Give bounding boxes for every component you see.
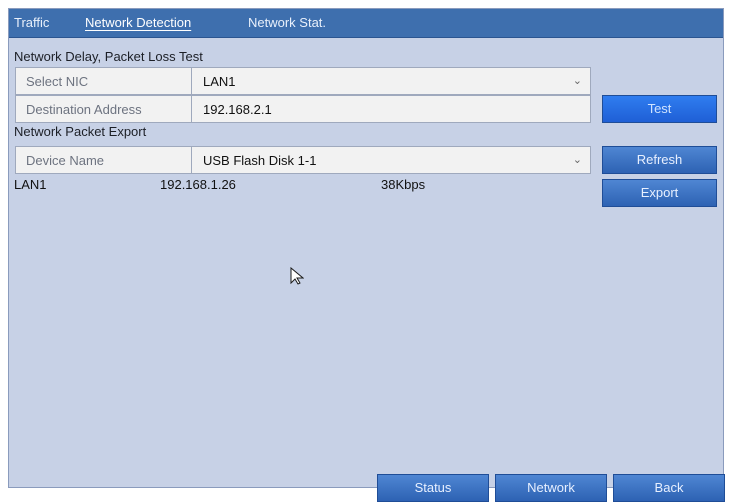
refresh-button[interactable]: Refresh [602,146,717,174]
destination-address-row[interactable]: Destination Address 192.168.2.1 [15,95,591,123]
chevron-down-icon[interactable]: ⌄ [573,68,582,95]
destination-address-field[interactable]: 192.168.2.1 [193,96,590,122]
network-detection-window: Traffic Network Detection Network Stat. … [8,8,725,502]
chevron-down-icon[interactable]: ⌄ [573,147,582,174]
export-button[interactable]: Export [602,179,717,207]
tab-network-detection[interactable]: Network Detection [85,15,191,30]
select-nic-label: Select NIC [16,68,192,94]
device-name-row[interactable]: Device Name USB Flash Disk 1-1 ⌄ [15,146,591,174]
delay-test-title: Network Delay, Packet Loss Test [14,49,203,64]
back-button[interactable]: Back [613,474,725,502]
device-name-label: Device Name [16,147,192,173]
tab-network-stat[interactable]: Network Stat. [248,15,326,30]
destination-address-label: Destination Address [16,96,192,122]
packet-export-title: Network Packet Export [14,124,147,139]
select-nic-dropdown[interactable]: LAN1 [193,68,590,94]
interface-ip: 192.168.1.26 [160,177,236,192]
tab-bar: Traffic Network Detection Network Stat. [9,9,723,38]
mouse-cursor-icon [290,267,304,285]
select-nic-row[interactable]: Select NIC LAN1 ⌄ [15,67,591,95]
network-button[interactable]: Network [495,474,607,502]
interface-name: LAN1 [14,177,47,192]
device-name-dropdown[interactable]: USB Flash Disk 1-1 [193,147,590,173]
interface-rate: 38Kbps [381,177,426,192]
tab-traffic[interactable]: Traffic [14,15,49,30]
test-button[interactable]: Test [602,95,717,123]
status-button[interactable]: Status [377,474,489,502]
